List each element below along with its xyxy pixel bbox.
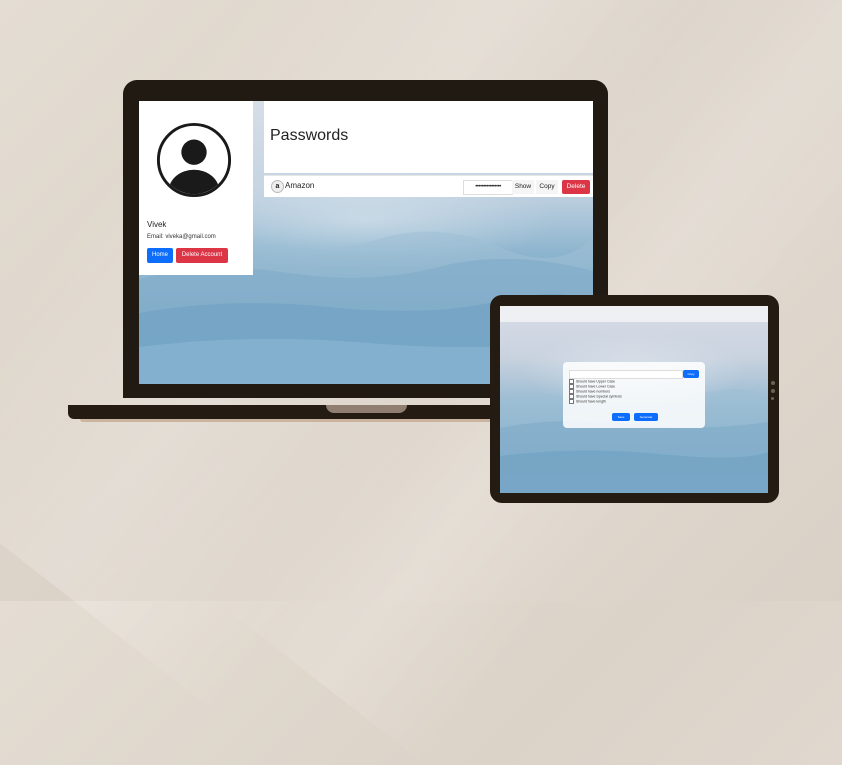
laptop-notch — [326, 405, 407, 413]
user-avatar-icon — [156, 122, 232, 198]
amazon-logo-icon: a — [271, 180, 284, 193]
generate-button[interactable]: Generate — [634, 413, 658, 421]
camera-dot-icon — [771, 381, 775, 385]
camera-dot-icon — [771, 397, 774, 400]
copy-password-button[interactable]: Copy — [536, 180, 558, 194]
show-password-button[interactable]: Show — [512, 180, 534, 194]
password-entry-row: a Amazon •••••••••••••••• Show Copy Dele… — [264, 175, 593, 197]
save-button[interactable]: Save — [612, 413, 630, 421]
tablet-app-bar — [500, 306, 768, 322]
option-length-checkbox[interactable]: Should have length — [569, 399, 606, 404]
profile-email: Email: viveka@gmail.com — [147, 234, 216, 240]
passwords-header-panel: Passwords — [264, 101, 593, 173]
password-field[interactable]: •••••••••••••••• — [463, 180, 513, 195]
page-title: Passwords — [270, 127, 349, 144]
site-name: Amazon — [285, 181, 315, 190]
generated-password-input[interactable] — [569, 370, 683, 379]
delete-password-button[interactable]: Delete — [562, 180, 590, 194]
profile-card: Vivek Email: viveka@gmail.com Home Delet… — [139, 101, 253, 275]
delete-account-button[interactable]: Delete Account — [176, 248, 228, 263]
tablet-screen: Copy Should have Upper Case Should have … — [500, 306, 768, 493]
home-button[interactable]: Home — [147, 248, 173, 263]
profile-name: Vivek — [147, 220, 167, 229]
password-generator-card: Copy Should have Upper Case Should have … — [563, 362, 705, 428]
camera-dot-icon — [771, 389, 775, 393]
copy-generated-button[interactable]: Copy — [683, 370, 699, 378]
